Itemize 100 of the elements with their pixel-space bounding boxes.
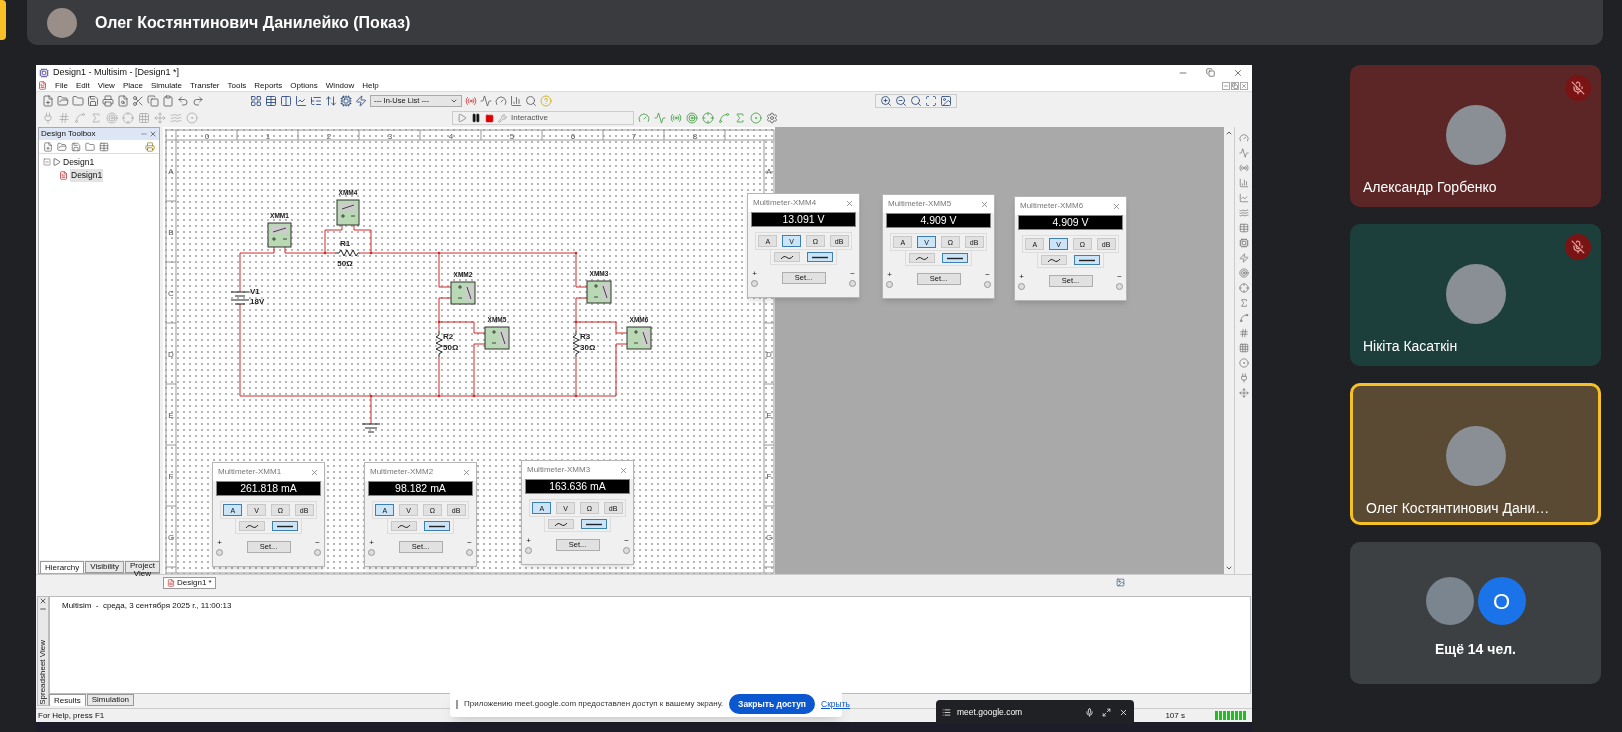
menu-item[interactable]: Simulate: [150, 81, 183, 90]
scroll-down-icon[interactable]: [1225, 564, 1233, 572]
undo-icon[interactable]: [177, 95, 189, 107]
probe-icon[interactable]: [750, 112, 762, 124]
table-icon[interactable]: [265, 95, 277, 107]
print-preview-icon[interactable]: [117, 95, 129, 107]
tree-item[interactable]: Design1: [70, 168, 104, 182]
clipboard-icon[interactable]: [162, 95, 174, 107]
menu-item[interactable]: View: [97, 81, 115, 90]
menu-item[interactable]: Place: [122, 81, 143, 90]
probe-icon[interactable]: [718, 112, 730, 124]
scroll-up-icon[interactable]: [1225, 129, 1233, 137]
instrument-icon[interactable]: [1238, 298, 1249, 308]
instrument-icon[interactable]: [1238, 253, 1249, 263]
pause-icon[interactable]: [471, 113, 481, 123]
new-file-icon[interactable]: [42, 95, 54, 107]
menu-item[interactable]: Reports: [254, 81, 283, 90]
list-icon[interactable]: [310, 95, 322, 107]
participant-tile[interactable]: Олег Костянтинович Дани…: [1350, 383, 1601, 525]
copy-icon[interactable]: [147, 95, 159, 107]
probe-icon[interactable]: [670, 112, 682, 124]
new-file-icon[interactable]: [43, 141, 53, 152]
participant-tile[interactable]: О Ещё 14 чел.: [1350, 542, 1601, 684]
dc-button[interactable]: [271, 521, 298, 531]
stop-sharing-button[interactable]: Закрыть доступ: [729, 694, 815, 714]
dc-button[interactable]: [423, 521, 450, 531]
curve-icon[interactable]: [74, 112, 86, 124]
circle-dot-icon[interactable]: [186, 112, 198, 124]
target-icon[interactable]: [106, 112, 118, 124]
search-icon[interactable]: [525, 95, 537, 107]
more-participants[interactable]: Ещё 14 чел.: [1435, 639, 1516, 660]
instrument-icon[interactable]: [1238, 328, 1249, 338]
menu-item[interactable]: Window: [325, 81, 355, 90]
ac-button[interactable]: [548, 519, 575, 529]
zoom-area-icon[interactable]: [910, 95, 922, 107]
instrument-icon[interactable]: [1238, 238, 1249, 248]
play-icon[interactable]: [457, 113, 467, 123]
results-tab[interactable]: Simulation: [86, 694, 135, 706]
instrument-icon[interactable]: [1238, 133, 1249, 143]
list-icon[interactable]: [942, 707, 951, 717]
minimize-icon[interactable]: [1222, 81, 1230, 90]
menu-item[interactable]: Edit: [75, 81, 90, 90]
ac-button[interactable]: [391, 521, 418, 531]
dc-button[interactable]: [941, 253, 968, 263]
collapse-icon[interactable]: [43, 158, 51, 167]
probe-icon[interactable]: [686, 112, 698, 124]
instrument-icon[interactable]: [1238, 193, 1249, 203]
restore-icon[interactable]: [1231, 81, 1239, 90]
tree-item[interactable]: Design1: [63, 156, 95, 169]
printer-icon[interactable]: [145, 141, 155, 152]
multimeter-symbol[interactable]: [586, 280, 612, 304]
save-icon[interactable]: [87, 95, 99, 107]
help-icon[interactable]: [540, 95, 552, 107]
scissors-icon[interactable]: [132, 95, 144, 107]
instrument-icon[interactable]: [1238, 343, 1249, 353]
probe-icon[interactable]: [734, 112, 746, 124]
bar-chart-icon[interactable]: [510, 95, 522, 107]
menu-item[interactable]: File: [55, 81, 68, 90]
restore-icon[interactable]: [1206, 67, 1215, 77]
participant-tile[interactable]: Нікіта Касаткін: [1350, 224, 1601, 366]
close-icon[interactable]: [39, 597, 47, 605]
stop-icon[interactable]: [485, 113, 494, 123]
probe-icon[interactable]: [465, 95, 477, 107]
multimeter-symbol[interactable]: [336, 199, 360, 226]
dc-button[interactable]: [580, 519, 607, 529]
instrument-icon[interactable]: [1238, 208, 1249, 218]
up-down-arrow-icon[interactable]: [325, 95, 337, 107]
multimeter-symbol[interactable]: [484, 326, 510, 350]
instrument-icon[interactable]: [1238, 148, 1249, 158]
ac-button[interactable]: [774, 252, 801, 262]
full-screen-icon[interactable]: [940, 95, 952, 107]
instrument-icon[interactable]: [1238, 283, 1249, 293]
probe-icon[interactable]: [638, 112, 650, 124]
table-icon[interactable]: [99, 141, 109, 152]
multimeter-symbol[interactable]: [267, 222, 292, 248]
instrument-icon[interactable]: [1238, 358, 1249, 368]
instrument-icon[interactable]: [1238, 313, 1249, 323]
grid-icon[interactable]: [250, 95, 262, 107]
folder-icon[interactable]: [85, 141, 95, 152]
zoom-in-icon[interactable]: [880, 95, 892, 107]
instrument-icon[interactable]: [1238, 223, 1249, 233]
menu-item[interactable]: Help: [362, 81, 379, 90]
waveform-icon[interactable]: [480, 95, 492, 107]
results-tab[interactable]: Results: [49, 694, 86, 706]
design-tab[interactable]: Design1 *: [163, 576, 216, 589]
lightning-icon[interactable]: [355, 95, 367, 107]
close-icon[interactable]: [1233, 67, 1243, 78]
close-icon[interactable]: [1119, 707, 1128, 717]
mic-icon[interactable]: [1085, 707, 1094, 717]
redo-icon[interactable]: [192, 95, 204, 107]
ac-button[interactable]: [1041, 255, 1068, 265]
save-icon[interactable]: [71, 141, 81, 152]
probe-icon[interactable]: [702, 112, 714, 124]
settings-icon[interactable]: [766, 112, 778, 124]
ac-button[interactable]: [239, 521, 266, 531]
folder-icon[interactable]: [72, 95, 84, 107]
instrument-icon[interactable]: [1238, 373, 1249, 383]
plug-icon[interactable]: [42, 112, 54, 124]
menu-item[interactable]: Transfer: [190, 81, 220, 90]
panel-tab[interactable]: Visibility: [85, 561, 124, 573]
